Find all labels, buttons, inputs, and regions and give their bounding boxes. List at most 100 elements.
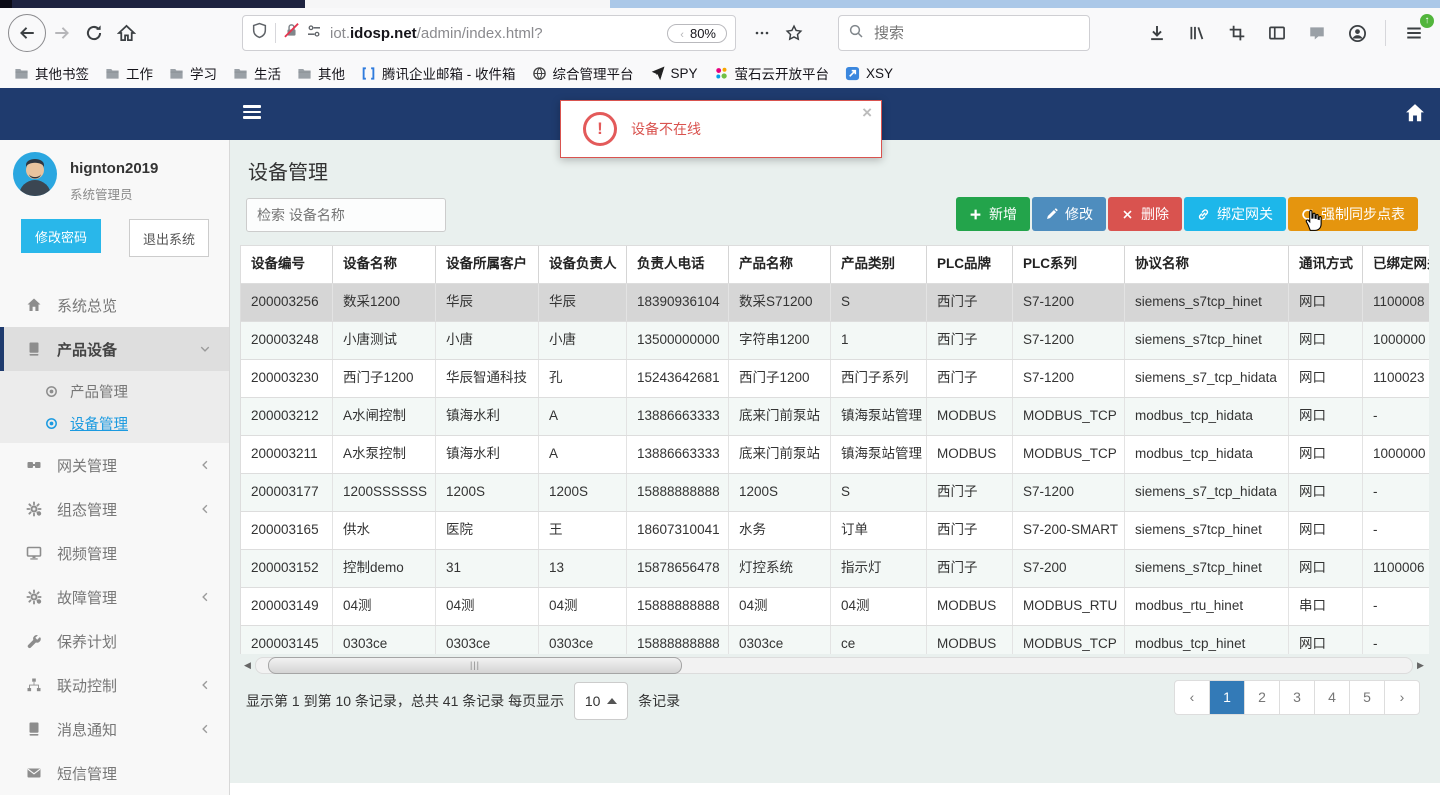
sidebar-item-scada-mgmt[interactable]: 组态管理 xyxy=(0,487,229,531)
alert-close-icon[interactable]: × xyxy=(862,103,872,123)
force-sync-button[interactable]: 强制同步点表 xyxy=(1288,197,1418,231)
table-row[interactable]: 200003211 A水泵控制 镇海水利 A 13886663333 底来门前泵站 镇海泵站… xyxy=(241,436,1429,474)
table-cell: A xyxy=(539,398,627,435)
bookmark-item[interactable]: SPY xyxy=(642,61,706,85)
screenshot-icon[interactable] xyxy=(1221,17,1253,49)
scrollbar-thumb[interactable]: ||| xyxy=(268,656,682,674)
page-button-5[interactable]: 5 xyxy=(1349,681,1384,714)
column-header[interactable]: 设备所属客户 xyxy=(436,246,539,283)
column-header[interactable]: 产品名称 xyxy=(729,246,831,283)
page-button-2[interactable]: 2 xyxy=(1244,681,1279,714)
sidebar-item-product-mgmt[interactable]: 产品管理 xyxy=(0,375,229,407)
bookmark-item[interactable]: 综合管理平台 xyxy=(524,61,642,85)
bind-gateway-button[interactable]: 绑定网关 xyxy=(1184,197,1286,231)
bookmark-item[interactable]: 工作 xyxy=(97,61,161,85)
table-cell: 31 xyxy=(436,550,539,587)
page-button-3[interactable]: 3 xyxy=(1279,681,1314,714)
sidebar-item-product-device[interactable]: 产品设备 xyxy=(0,327,229,371)
next-page-button[interactable]: › xyxy=(1384,681,1419,714)
column-header[interactable]: 产品类别 xyxy=(831,246,927,283)
change-password-button[interactable]: 修改密码 xyxy=(21,219,101,253)
table-row[interactable]: 200003145 0303ce 0303ce 0303ce 15888888888 03… xyxy=(241,626,1429,654)
column-header[interactable]: PLC系列 xyxy=(1013,246,1125,283)
table-row[interactable]: 200003248 小唐测试 小唐 小唐 13500000000 字符串1200 1 西门子 S… xyxy=(241,322,1429,360)
chat-bubble-icon[interactable] xyxy=(1301,17,1333,49)
table-row[interactable]: 200003230 西门子1200 华辰智通科技孔 15243642681 西门子120… xyxy=(241,360,1429,398)
column-header[interactable]: 设备名称 xyxy=(333,246,436,283)
insecure-lock-icon[interactable] xyxy=(283,22,300,44)
sidebar-collapse-icon[interactable] xyxy=(243,105,261,122)
sidebar-item-device-mgmt[interactable]: 设备管理 xyxy=(0,407,229,439)
browser-search-box[interactable] xyxy=(838,15,1090,51)
page-actions-button[interactable] xyxy=(746,17,778,49)
sidebar-item-video-mgmt[interactable]: 视频管理 xyxy=(0,531,229,575)
column-header[interactable]: 设备编号 xyxy=(241,246,333,283)
scrollbar-track[interactable]: ||| xyxy=(255,656,1413,674)
sidebar-item-maintenance-plan[interactable]: 保养计划 xyxy=(0,619,229,663)
add-button[interactable]: 新增 xyxy=(956,197,1030,231)
bookmark-item[interactable]: 其他书签 xyxy=(6,61,97,85)
forward-button[interactable] xyxy=(46,17,78,49)
logout-button[interactable]: 退出系统 xyxy=(129,219,209,257)
column-header[interactable]: 设备负责人 xyxy=(539,246,627,283)
table-row[interactable]: 200003152 控制demo 31 13 15878656478 灯控系统 指示灯 西门子… xyxy=(241,550,1429,588)
page-button-1[interactable]: 1 xyxy=(1209,681,1244,714)
device-search-input[interactable] xyxy=(246,198,446,232)
avatar[interactable] xyxy=(13,152,57,196)
edit-button[interactable]: 修改 xyxy=(1032,197,1106,231)
table-cell: 200003212 xyxy=(241,398,333,435)
table-row[interactable]: 200003165 供水 医院王 18607310041 水务 订单 西门子 S7-200-S… xyxy=(241,512,1429,550)
delete-button[interactable]: 删除 xyxy=(1108,197,1182,231)
bookmark-item[interactable]: 萤石云开放平台 xyxy=(706,61,838,85)
table-cell: 0303ce xyxy=(436,626,539,654)
table-cell: 王 xyxy=(539,512,627,549)
prev-page-button[interactable]: ‹ xyxy=(1175,681,1209,714)
sidebar-item-fault-mgmt[interactable]: 故障管理 xyxy=(0,575,229,619)
shield-icon[interactable] xyxy=(251,22,268,44)
bookmark-item[interactable]: 学习 xyxy=(161,61,225,85)
column-header[interactable]: 负责人电话 xyxy=(627,246,729,283)
bookmark-item[interactable]: 其他 xyxy=(289,61,353,85)
sidebar-item-sms-mgmt[interactable]: 短信管理 xyxy=(0,751,229,795)
table-cell: 1000000 xyxy=(1363,322,1429,359)
table-cell: S7-1200 xyxy=(1013,360,1125,397)
column-header[interactable]: 已绑定网关 xyxy=(1363,246,1429,283)
library-icon[interactable] xyxy=(1181,17,1213,49)
bookmark-star-icon[interactable] xyxy=(778,17,810,49)
zoom-level-badge[interactable]: ‹ 80% xyxy=(667,23,727,43)
sidebar-item-label: 产品管理 xyxy=(70,384,128,401)
sidebar-item-overview[interactable]: 系统总览 xyxy=(0,283,229,327)
home-button[interactable] xyxy=(110,17,142,49)
horizontal-scrollbar[interactable]: ◀ ||| ▶ xyxy=(240,656,1428,674)
bookmark-item[interactable]: XSY xyxy=(837,61,901,85)
app-menu-button[interactable]: ↑ xyxy=(1398,14,1434,49)
sidebar-item-linkage-control[interactable]: 联动控制 xyxy=(0,663,229,707)
sidebar-item-gateway-mgmt[interactable]: 网关管理 xyxy=(0,443,229,487)
page-button-4[interactable]: 4 xyxy=(1314,681,1349,714)
bookmark-item[interactable]: 生活 xyxy=(225,61,289,85)
table-row[interactable]: 200003149 04测 04测 04测 15888888888 04测 04测 MODBU… xyxy=(241,588,1429,626)
table-row[interactable]: 200003256 数采1200 华辰 华辰 18390936104 数采S71200 S 西… xyxy=(241,284,1429,322)
bookmark-item[interactable]: 腾讯企业邮箱 - 收件箱 xyxy=(353,61,524,85)
per-page-select[interactable]: 10 xyxy=(574,682,629,720)
column-header[interactable]: PLC品牌 xyxy=(927,246,1013,283)
reload-button[interactable] xyxy=(78,17,110,49)
sidebar-item-message-notify[interactable]: 消息通知 xyxy=(0,707,229,751)
app-home-icon[interactable] xyxy=(1404,102,1426,129)
column-header[interactable]: 通讯方式 xyxy=(1289,246,1363,283)
scroll-left-arrow[interactable]: ◀ xyxy=(240,660,255,671)
permissions-icon[interactable] xyxy=(306,23,322,44)
column-header[interactable]: 协议名称 xyxy=(1125,246,1289,283)
scroll-right-arrow[interactable]: ▶ xyxy=(1413,660,1428,671)
back-button[interactable] xyxy=(8,14,46,52)
downloads-icon[interactable] xyxy=(1141,17,1173,49)
account-icon[interactable] xyxy=(1341,17,1373,49)
browser-search-input[interactable] xyxy=(872,23,1046,43)
table-row[interactable]: 200003212 A水闸控制 镇海水利 A 13886663333 底来门前泵站 镇海泵站… xyxy=(241,398,1429,436)
table-cell: siemens_s7_tcp_hidata xyxy=(1125,360,1289,397)
url-bar[interactable]: iot.idosp.net/admin/index.html? ‹ 80% xyxy=(242,15,736,51)
sidebar-toggle-icon[interactable] xyxy=(1261,17,1293,49)
table-row[interactable]: 200003177 1200SSSSSS 1200S 1200S 15888888888… xyxy=(241,474,1429,512)
table-cell: 指示灯 xyxy=(831,550,927,587)
table-header-row: 设备编号 设备名称 设备所属客户 设备负责人 负责人电话 产品名称 产品类别 PLC品牌 PLC… xyxy=(241,246,1429,284)
